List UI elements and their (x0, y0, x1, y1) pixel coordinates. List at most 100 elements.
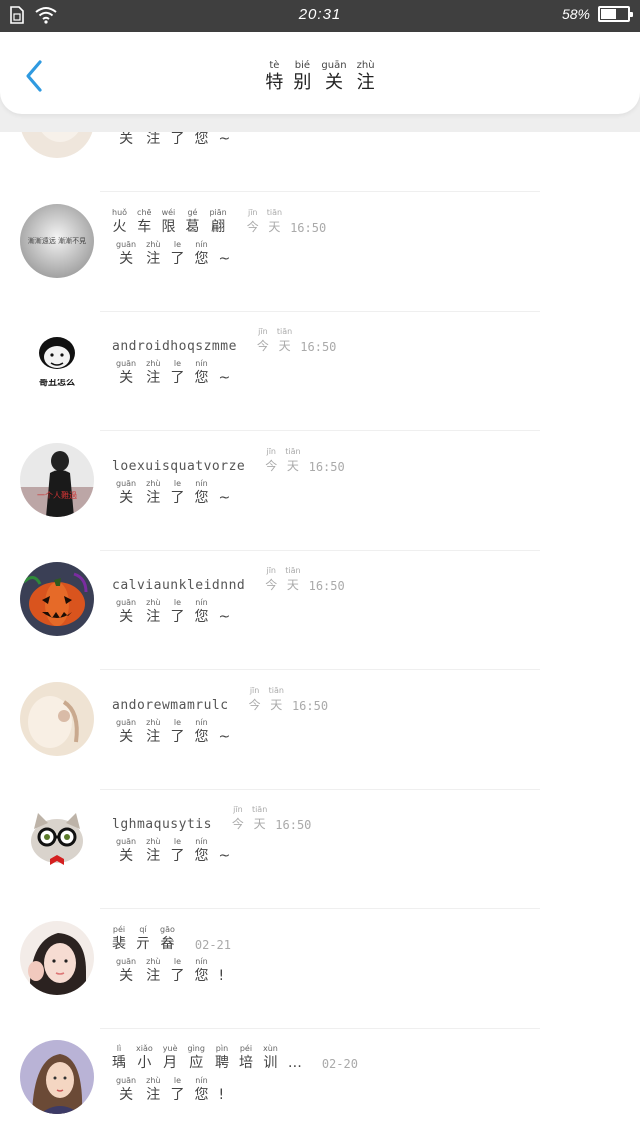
time-value: 02-21 (194, 938, 231, 952)
message-suffix: ~ (218, 848, 231, 864)
message-char: guān 关 (116, 240, 136, 268)
list-item[interactable]: 漸漸遠远 漸漸不見 huǒ 火 chē 车 wéi 限 gé 葛 piān 翩 jīn 今 tiān 天 16… (0, 192, 640, 312)
message-char: guān 关 (116, 479, 136, 507)
hanzi: 亓 (136, 936, 150, 952)
avatar[interactable]: 哥丑怎么 (20, 323, 94, 397)
time-value: 16:50 (308, 460, 345, 474)
message-suffix: ~ (218, 609, 231, 625)
name-char: qí 亓 (136, 925, 150, 953)
user-name[interactable]: lghmaqusytis (112, 817, 212, 833)
hanzi: 天 (253, 817, 266, 831)
timestamp: jīn 今 tiān 天 16:50 (265, 566, 344, 594)
pinyin: le (173, 359, 182, 368)
pinyin: jīn (258, 327, 268, 336)
avatar[interactable] (20, 132, 94, 158)
pinyin: zhù (356, 60, 375, 71)
list-item[interactable]: péi 裴 qí 亓 gāo 畚 02-21 guān 关 zhù 注 le 了 nín 您! (0, 909, 640, 1029)
follow-list: guān关zhù注le了nín您~漸漸遠远 漸漸不見huǒ火chē车wéi限gé… (0, 132, 640, 1138)
list-item[interactable]: lì 瑀 xiǎo 小 yuè 月 gìng 应 pìn 聘 péi 培 xùn 训 … 02-20 guān 关… (0, 1028, 640, 1138)
status-right: 58% (562, 6, 633, 22)
name-line: andorewmamrulc jīn 今 tiān 天 16:50 (112, 686, 328, 714)
list-item[interactable]: 一个人難過 loexuisquatvorze jīn 今 tiān 天 16:50 guān 关… (0, 431, 640, 551)
hanzi: 关 (119, 490, 134, 506)
page-title: tè 特 bié 别 guān 关 zhù 注 (0, 60, 640, 94)
pinyin: tiān (276, 327, 293, 336)
message-char: nín 您 (194, 359, 208, 387)
user-name[interactable]: lì 瑀 xiǎo 小 yuè 月 gìng 应 pìn 聘 péi 培 xùn 训… (112, 1044, 302, 1072)
hanzi: 关 (325, 72, 343, 93)
avatar[interactable] (20, 682, 94, 756)
today-char: tiān 天 (285, 447, 300, 475)
list-item[interactable]: calviaunkleidnnd jīn 今 tiān 天 16:50 guān 关 zhù 注 l… (0, 550, 640, 670)
name-char: péi 裴 (112, 925, 126, 953)
hanzi: 注 (356, 72, 375, 93)
name-char: huǒ 火 (112, 208, 127, 236)
message-char: guān 关 (116, 837, 136, 865)
avatar[interactable]: 漸漸遠远 漸漸不見 (20, 204, 94, 278)
message-char: zhù注 (146, 132, 160, 148)
avatar[interactable] (20, 801, 94, 875)
hanzi: 您 (194, 132, 209, 147)
message-char: zhù注 (146, 718, 160, 746)
pinyin: qí (139, 925, 147, 934)
name-char: gìng 应 (188, 1044, 205, 1072)
pinyin: zhù (146, 598, 161, 607)
user-name[interactable]: péi 裴 qí 亓 gāo 畚 (112, 925, 175, 953)
avatar-caption: 哥丑怎么 (38, 379, 75, 388)
pinyin: guān (116, 598, 137, 607)
list-item[interactable]: andorewmamrulc jīn 今 tiān 天 16:50 guān 关 zhù 注 le 了… (0, 670, 640, 790)
hanzi: 关 (119, 370, 134, 386)
pinyin: guān (116, 957, 137, 966)
name-line: péi 裴 qí 亓 gāo 畚 02-21 (112, 925, 231, 953)
message-char: zhù注 (146, 1076, 160, 1104)
message-char: guān 关 (116, 1076, 136, 1104)
message-text: guān 关 zhù 注 le 了 nín 您! (116, 957, 224, 985)
time-value: 16:50 (291, 699, 329, 713)
hanzi: 别 (293, 72, 312, 93)
title-char: tè 特 (265, 60, 283, 94)
user-name[interactable]: loexuisquatvorze (112, 459, 245, 475)
pinyin: xiǎo (136, 1044, 153, 1053)
nav-header: tè 特 bié 别 guān 关 zhù 注 (0, 32, 640, 114)
message-text: guān 关 zhù 注 le 了 nín 您 ~ (116, 837, 230, 865)
hanzi: 聘 (214, 1055, 229, 1071)
hanzi: 注 (146, 729, 161, 745)
pinyin: guān (116, 359, 137, 368)
message-char: le 了 (170, 479, 184, 507)
pinyin: péi (112, 925, 126, 934)
timestamp: 02-20 (322, 1056, 358, 1072)
today-char: tiān 天 (269, 686, 284, 714)
list-item[interactable]: guān关 zhù注 le了 nín您 ~ (0, 132, 640, 192)
hanzi: 特 (265, 72, 284, 93)
today-char: tiān 天 (277, 327, 292, 355)
hanzi: 您 (194, 968, 209, 984)
user-name[interactable]: huǒ 火 chē 车 wéi 限 gé 葛 piān 翩 (112, 208, 227, 236)
message-char: le 了 (170, 957, 184, 985)
pinyin: nín (195, 957, 208, 966)
user-name[interactable]: calviaunkleidnnd (112, 578, 245, 594)
avatar-caption: 漸漸遠远 漸漸不見 (27, 237, 87, 245)
pinyin: péi (239, 1044, 253, 1053)
list-item[interactable]: lghmaqusytis jīn 今 tiān 天 16:50 guān 关 zhù 注 le 了 ní… (0, 789, 640, 909)
avatar[interactable] (20, 562, 94, 636)
hanzi: 注 (146, 490, 161, 506)
today-char: jīn 今 (247, 208, 259, 236)
avatar[interactable] (20, 1040, 94, 1114)
hanzi: 注 (146, 968, 161, 984)
hanzi: 今 (231, 817, 244, 831)
hanzi: 了 (170, 370, 185, 386)
pinyin: nín (195, 598, 208, 607)
user-name[interactable]: androidhoqszmme (112, 339, 237, 355)
message-char: zhù注 (146, 240, 160, 268)
pinyin: guān (116, 718, 137, 727)
avatar[interactable]: 一个人難過 (20, 443, 94, 517)
message-suffix: ~ (218, 370, 231, 386)
pinyin: pìn (215, 1044, 229, 1053)
user-name[interactable]: andorewmamrulc (112, 698, 229, 714)
hanzi: 关 (119, 848, 134, 864)
hanzi: 车 (137, 219, 152, 235)
pinyin: nín (195, 240, 208, 249)
list-item[interactable]: 哥丑怎么 androidhoqszmme jīn 今 tiān 天 16:50 guān 关 zh… (0, 311, 640, 431)
hanzi: 关 (119, 968, 134, 984)
avatar[interactable] (20, 921, 94, 995)
